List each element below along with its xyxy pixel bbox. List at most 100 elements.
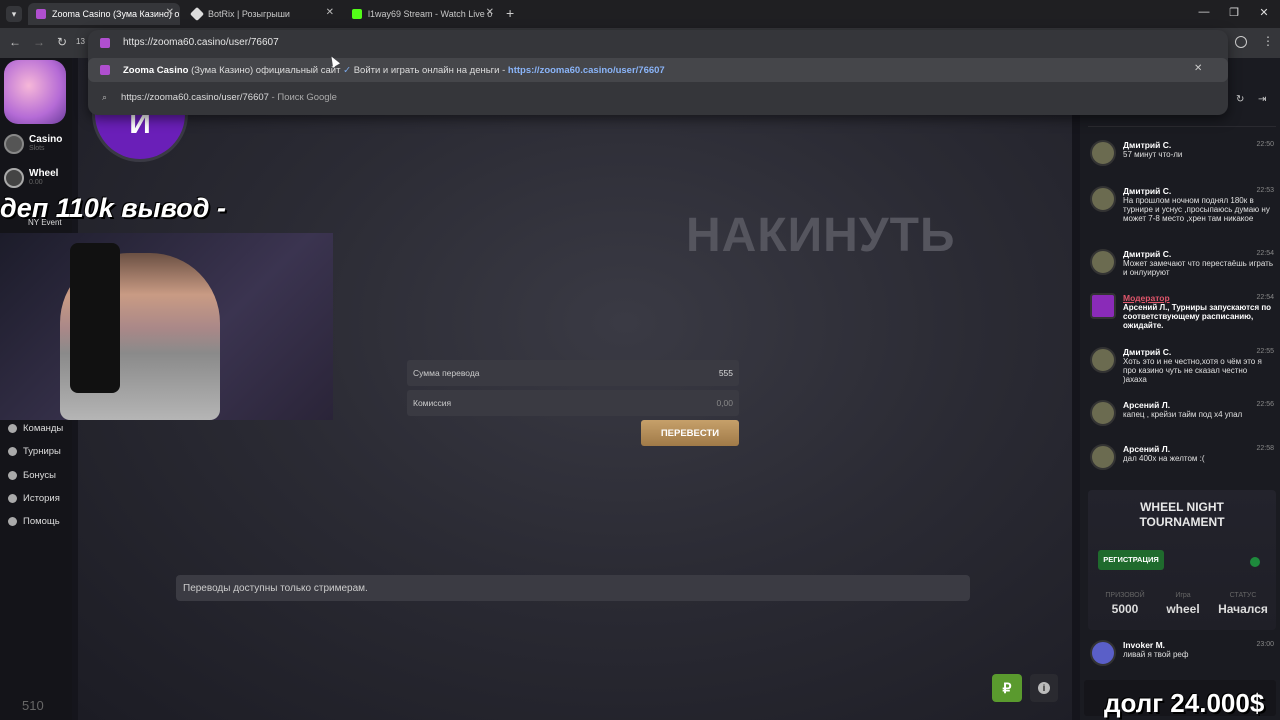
minimize-button[interactable]: —: [1194, 6, 1214, 18]
transfer-button[interactable]: ПЕРЕВЕСТИ: [641, 420, 739, 446]
chat-text: На прошлом ночном поднял 180к в турнире …: [1123, 196, 1270, 223]
tab-kick[interactable]: l1way69 Stream - Watch Live o ✕: [344, 3, 500, 25]
address-input[interactable]: https://zooma60.casino/user/76607: [123, 37, 279, 48]
chat-text: 57 минут что-ли: [1123, 150, 1183, 159]
chat-author: Арсений Л.: [1123, 400, 1171, 410]
amount-field[interactable]: Сумма перевода 555: [407, 360, 739, 386]
avatar: [1090, 140, 1116, 166]
avatar: [1090, 293, 1116, 319]
status-label: СТАТУС: [1229, 592, 1257, 599]
suggestion-url: https://zooma60.casino/user/76607: [507, 64, 665, 76]
chat-author: Дмитрий С.: [1123, 249, 1172, 259]
new-tab-button[interactable]: +: [506, 5, 514, 21]
gift-icon: [8, 471, 17, 480]
chat-author: Invoker M.: [1123, 640, 1166, 650]
chat-panel: ↻ ⇥ Дмитрий С. 22:50 57 минут что-ли Дми…: [1080, 58, 1280, 720]
chat-time: 22:50: [1256, 141, 1274, 148]
transfer-notice: Переводы доступны только стримерам.: [176, 575, 970, 601]
chat-author: Дмитрий С.: [1123, 140, 1172, 150]
suggestion-desc: (Зума Казино) официальный сайт: [188, 64, 341, 76]
bottom-counter: 510: [22, 698, 44, 713]
fee-value: 0,00: [716, 398, 733, 408]
chat-time: 22:55: [1256, 348, 1274, 355]
sidebar-item-sub: Slots: [29, 145, 45, 152]
avatar: [1090, 400, 1116, 426]
botrix-favicon-icon: [189, 6, 205, 22]
menu-icon[interactable]: ⋮: [1262, 34, 1274, 48]
suggestion-item[interactable]: ⌕ https://zooma60.casino/user/76607 - По…: [88, 85, 1228, 109]
avatar: [1090, 444, 1116, 470]
sidebar-item-teams[interactable]: Команды: [8, 423, 63, 434]
sidebar-item-wheel[interactable]: Wheel 0.00: [4, 166, 68, 190]
fee-field: Комиссия 0,00: [407, 390, 739, 416]
chat-author: Дмитрий С.: [1123, 186, 1172, 196]
zooma-favicon-icon: [100, 38, 110, 48]
site-logo[interactable]: [4, 60, 66, 124]
sidebar-item-tournaments[interactable]: Турниры: [8, 446, 61, 457]
back-icon[interactable]: ←: [9, 35, 21, 49]
chat-message: Invoker M. 23:00 ливай я твой реф: [1088, 640, 1276, 674]
chat-text: ливай я твой реф: [1123, 650, 1189, 659]
chat-text: Может замечают что перестаёшь играть и о…: [1123, 259, 1273, 277]
zooma-favicon-icon: [100, 65, 110, 75]
profile-icon[interactable]: [1235, 36, 1247, 48]
tab-strip: ▾ Zooma Casino (Зума Казино) о ✕ BotRix …: [0, 0, 1280, 28]
amount-label: Сумма перевода: [413, 368, 480, 378]
sidebar-item-label: Турниры: [23, 446, 61, 457]
avatar: [1090, 640, 1116, 666]
chat-time: 22:58: [1256, 445, 1274, 452]
maximize-button[interactable]: ❐: [1224, 6, 1244, 19]
suggestion-rest: Войти и играть онлайн на деньги -: [351, 64, 508, 76]
page-title: НАКИНУТЬ: [686, 209, 956, 262]
status-value: Начался: [1218, 602, 1268, 616]
avatar: [1090, 186, 1116, 212]
search-icon: ⌕: [102, 91, 108, 102]
sidebar-item-label: Команды: [23, 423, 64, 434]
webcam-overlay: [0, 233, 333, 420]
reload-icon[interactable]: ↻: [57, 35, 67, 49]
sidebar-item-history[interactable]: История: [8, 493, 60, 504]
tab-label: l1way69 Stream - Watch Live o: [368, 9, 493, 19]
logout-icon[interactable]: ⇥: [1258, 94, 1266, 105]
chat-message: Дмитрий С. 22:54 Может замечают что пере…: [1088, 249, 1276, 293]
prize-label: ПРИЗОВОЙ: [1105, 592, 1145, 599]
game-label: Игра: [1175, 592, 1191, 599]
chat-message: Дмитрий С. 22:53 На прошлом ночном подня…: [1088, 186, 1276, 230]
remove-suggestion-icon[interactable]: ✕: [1194, 63, 1202, 74]
debt-overlay-text: долг 24.000$: [1104, 688, 1265, 718]
chat-author: Арсений Л.: [1123, 444, 1171, 454]
tournament-card: WHEEL NIGHT TOURNAMENT РЕГИСТРАЦИЯ ПРИЗО…: [1088, 490, 1276, 630]
chat-header-tools: ↻ ⇥: [1230, 94, 1276, 110]
close-icon[interactable]: ✕: [326, 7, 334, 18]
chat-top-message: [1088, 113, 1276, 127]
chat-text: Хоть это и не честно,хотя о чём это я пр…: [1123, 357, 1262, 384]
chat-message: Арсений Л. 22:58 дал 400х на желтом :(: [1088, 444, 1276, 488]
tournament-title: WHEEL NIGHT TOURNAMENT: [1139, 500, 1225, 529]
tab-botrix[interactable]: BotRix | Розыгрыши ✕: [184, 3, 340, 25]
kick-favicon-icon: [352, 9, 362, 19]
register-button[interactable]: РЕГИСТРАЦИЯ: [1098, 550, 1164, 570]
tab-zooma[interactable]: Zooma Casino (Зума Казино) о ✕: [28, 3, 180, 25]
chair-image: [70, 243, 120, 393]
tab-search-button[interactable]: ▾: [6, 6, 22, 22]
sidebar-item-sub: 0.00: [29, 179, 43, 186]
chat-text: Арсений Л., Турниры запускаются по соотв…: [1123, 303, 1272, 330]
info-icon[interactable]: i: [1030, 674, 1058, 702]
suggestion-query: https://zooma60.casino/user/76607: [121, 91, 269, 103]
close-icon[interactable]: ✕: [486, 7, 494, 18]
sidebar-item-bonuses[interactable]: Бонусы: [8, 470, 56, 481]
sidebar-item-casino[interactable]: Casino Slots: [4, 132, 68, 156]
close-icon[interactable]: ✕: [166, 7, 174, 18]
sidebar-item-label: История: [23, 493, 60, 504]
forward-icon[interactable]: →: [33, 35, 45, 49]
refresh-icon[interactable]: ↻: [1236, 94, 1244, 105]
fee-label: Комиссия: [413, 398, 452, 408]
ruble-button[interactable]: ₽: [992, 674, 1022, 702]
window-close-button[interactable]: ✕: [1254, 6, 1274, 19]
suggestion-item[interactable]: Zooma Casino (Зума Казино) официальный с…: [88, 58, 1228, 82]
sidebar-item-help[interactable]: Помощь: [8, 516, 60, 527]
stream-overlay-text: деп 110k вывод -: [0, 193, 226, 223]
game-value: wheel: [1166, 602, 1200, 616]
tab-label: Zooma Casino (Зума Казино) о: [52, 9, 180, 19]
wheel-icon: [4, 168, 24, 188]
